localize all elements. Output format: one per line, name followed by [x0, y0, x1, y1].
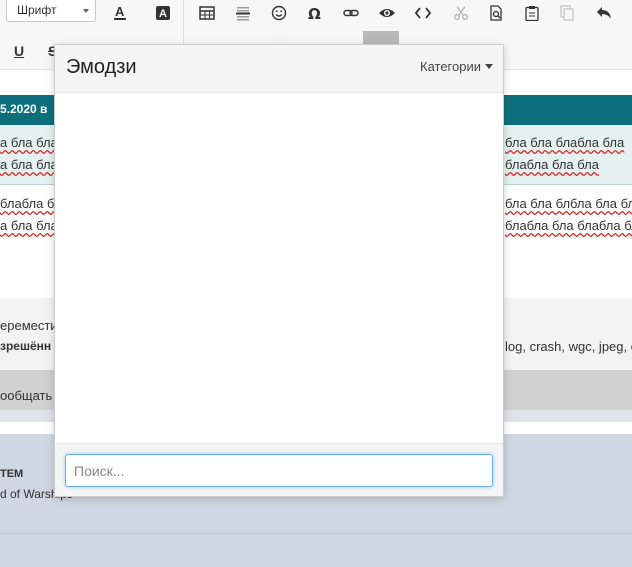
preview-button[interactable]	[374, 0, 400, 26]
quote-text-right-2: блабла бла бла	[505, 157, 599, 172]
background-color-button[interactable]: A	[150, 0, 176, 26]
footer-divider	[0, 533, 632, 534]
link-icon	[343, 9, 359, 17]
notify-label: ообщать	[0, 388, 53, 403]
clipboard-icon	[525, 6, 539, 21]
emoji-popup-title: Эмодзи	[66, 56, 137, 78]
emoji-popup: Эмодзи Категории	[54, 44, 504, 497]
emoji-search-input[interactable]	[65, 454, 493, 487]
eye-icon	[379, 9, 395, 17]
insert-table-button[interactable]	[194, 0, 220, 26]
source-code-button[interactable]	[410, 0, 436, 26]
toolbar-separator	[183, 0, 184, 44]
quote-text-left-1: а бла бла	[0, 135, 58, 150]
cut-button[interactable]	[448, 0, 474, 26]
font-family-select[interactable]: Шрифт	[6, 0, 96, 22]
omega-icon: Ω	[308, 5, 321, 21]
background-color-icon: A	[156, 6, 170, 20]
insert-link-button[interactable]	[338, 0, 364, 26]
special-characters-button[interactable]: Ω	[302, 0, 328, 26]
code-icon	[415, 7, 431, 19]
quote-text-right-1: бла бла блабла бла	[505, 135, 625, 150]
font-select-label: Шрифт	[17, 3, 57, 17]
undo-button[interactable]	[591, 0, 617, 26]
documents-icon	[560, 5, 574, 21]
allowed-extensions-list: log, crash, wgc, jpeg, о	[505, 339, 632, 354]
body-text-right-1: бла бла блбла бла бла	[505, 196, 632, 211]
horizontal-rule-button[interactable]	[230, 0, 256, 26]
emoji-popup-header: Эмодзи Категории	[55, 45, 503, 93]
undo-icon	[597, 7, 611, 19]
paste-button[interactable]	[519, 0, 545, 26]
emoji-list-area[interactable]	[55, 93, 503, 443]
svg-text:Ω: Ω	[308, 5, 321, 21]
text-color-button[interactable]: A	[107, 0, 133, 26]
scissors-icon	[454, 6, 468, 20]
footer-heading: ТЕМ	[0, 468, 24, 480]
table-icon	[199, 6, 215, 20]
categories-dropdown[interactable]: Категории	[420, 59, 493, 74]
post-date: 5.2020 в	[0, 102, 48, 116]
paste-plain-button[interactable]	[554, 0, 580, 26]
text-color-icon: A	[114, 4, 126, 20]
popup-pointer	[268, 32, 292, 44]
copy-button[interactable]	[483, 0, 509, 26]
categories-label: Категории	[420, 59, 481, 74]
chevron-down-icon	[83, 9, 89, 13]
move-files-label: еремести	[0, 318, 58, 333]
emoji-popup-footer	[55, 443, 503, 496]
svg-text:A: A	[115, 4, 125, 19]
quote-text-left-2: а бла бла	[0, 157, 58, 172]
emoji-button[interactable]	[266, 0, 292, 26]
caret-down-icon	[485, 64, 493, 69]
svg-text:A: A	[159, 8, 167, 20]
smiley-icon	[271, 5, 287, 21]
underline-button[interactable]: U	[14, 43, 24, 59]
body-text-right-2: блабла бла блабла бла	[505, 218, 632, 233]
toolbar-active-highlight	[363, 31, 399, 45]
document-search-icon	[490, 5, 502, 21]
allowed-extensions-label: зрешённ	[0, 339, 52, 353]
horizontal-rule-icon	[236, 7, 250, 21]
